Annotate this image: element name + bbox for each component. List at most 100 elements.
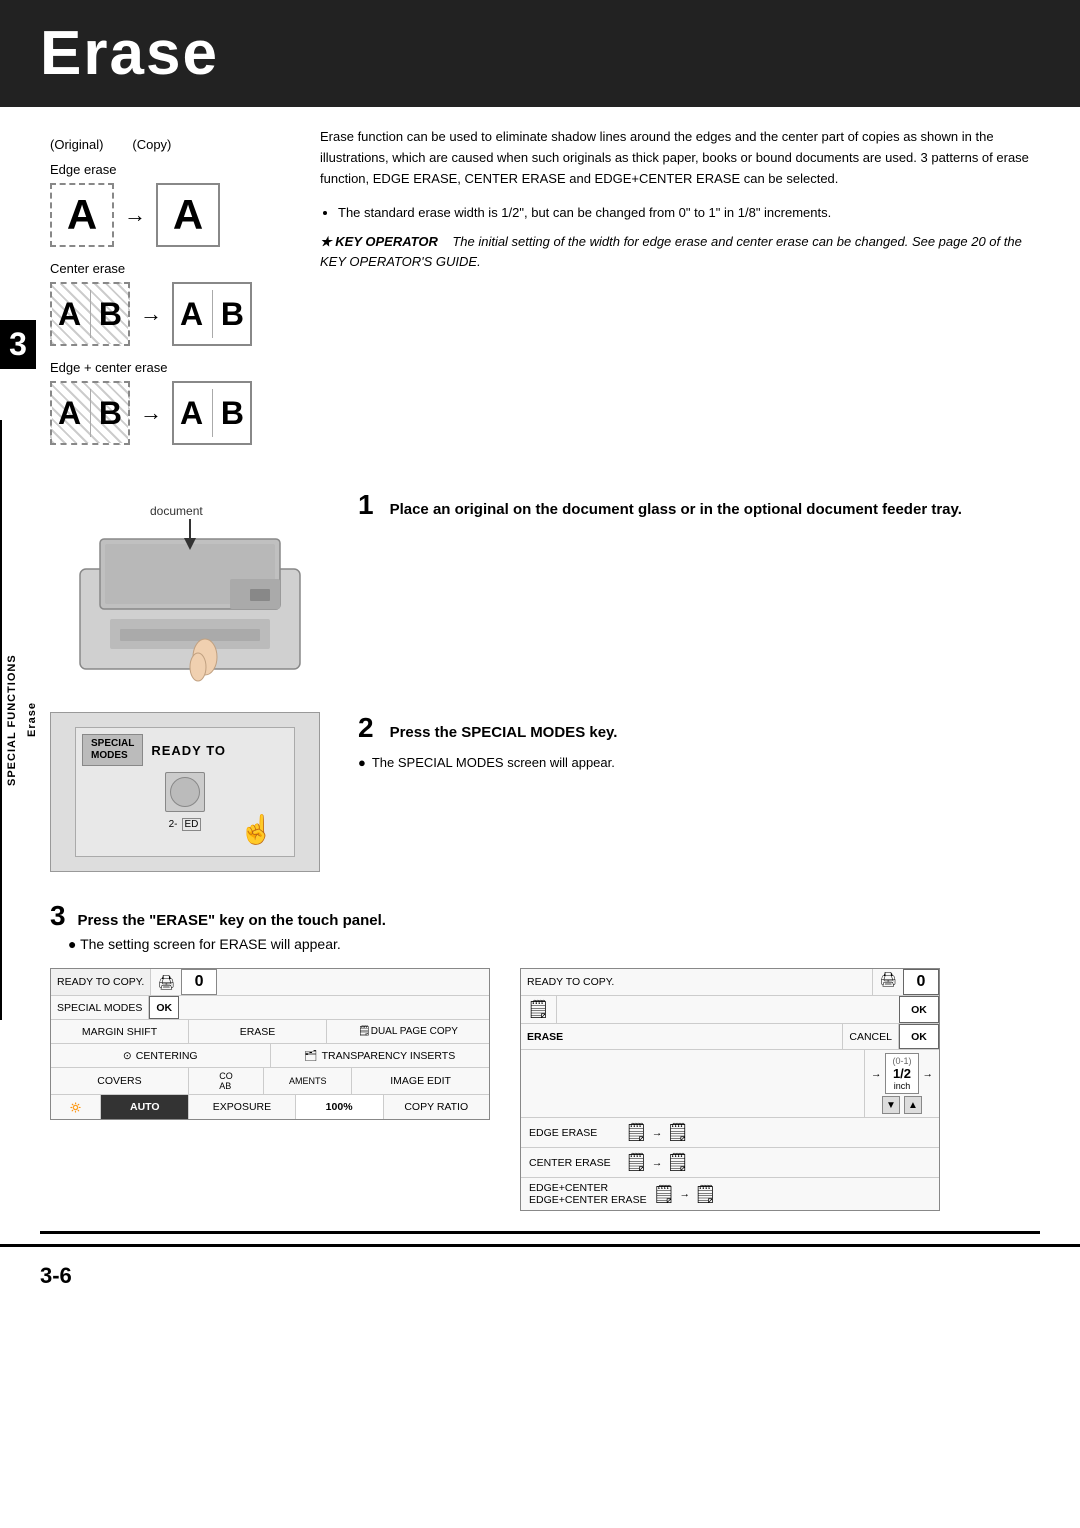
copy-label: (Copy) (132, 137, 171, 152)
transparency-label: TRANSPARENCY INSERTS (322, 1050, 456, 1062)
panel1-aments-label: AMENTS (264, 1068, 352, 1094)
panel1-counter: 0 (181, 969, 217, 995)
key-operator-text: ★ KEY OPERATOR (320, 234, 449, 249)
copier-illustration: document (50, 489, 330, 689)
panel1-margin-shift[interactable]: MARGIN SHIFT (51, 1020, 189, 1043)
center-erase-diagram: A B → A B (50, 282, 280, 346)
erase-counter: 0 (903, 969, 939, 995)
chapter-label: SPECIAL FUNCTIONS Erase (0, 420, 42, 1020)
main-description: Erase function can be used to eliminate … (320, 127, 1040, 189)
erase-settings-panel: READY TO COPY. 🖨 0 🗒 OK ERASE CANCEL OK (520, 968, 940, 1211)
erase-doc-icon: 🖨 (873, 969, 903, 995)
panel1-header-row: READY TO COPY. 🖨 0 (51, 969, 489, 996)
fraction-range: (0-1) (892, 1056, 911, 1066)
bullet-1: The standard erase width is 1/2", but ca… (338, 203, 1040, 224)
doc-icon-edge-orig: 🗒 (625, 1122, 648, 1143)
finger-pointer: ☝ (239, 813, 274, 846)
panel1-transparency-cell[interactable]: 🗂 TRANSPARENCY INSERTS (271, 1044, 490, 1067)
panel1-percent: 100% (296, 1095, 384, 1119)
erase-fraction-controls: → (0-1) 1/2 inch → ▼ ▲ (865, 1050, 939, 1117)
edge-center-original-box: A B (50, 381, 130, 445)
step-2-bullet-text: The SPECIAL MODES screen will appear. (372, 755, 615, 770)
page-title: Erase (40, 18, 1040, 89)
edge-erase-type-label: EDGE ERASE (529, 1127, 619, 1139)
center-erase-label: Center erase (50, 261, 280, 276)
edge-erase-label: Edge erase (50, 162, 280, 177)
chapter-sublabel: Erase (26, 703, 38, 738)
erase-ok-btn2[interactable]: OK (899, 1024, 939, 1049)
arrow-icon-3: → (140, 400, 162, 426)
bullet-dot-3: ● (68, 936, 80, 952)
panel1-exposure-label: EXPOSURE (189, 1095, 296, 1119)
erase-doc-icon2: 🗒 (521, 996, 557, 1023)
step-2-number: 2 (358, 712, 374, 744)
page-header: Erase (0, 0, 1080, 107)
doc-icon-center-copy: 🗒 (666, 1152, 689, 1173)
panel1-special-modes-row: SPECIAL MODES OK (51, 996, 489, 1020)
panel1-special-modes-label: SPECIAL MODES (51, 996, 149, 1019)
doc-icon-ec-orig: 🗒 (653, 1184, 676, 1205)
step-3-number: 3 (50, 900, 66, 931)
edge-erase-diagram: A → A (50, 183, 280, 247)
orig-copy-labels: (Original) (Copy) (50, 137, 280, 152)
panel1-small-icon: 🔅 (51, 1095, 101, 1119)
edge-center-label-line2: EDGE+CENTER ERASE (529, 1194, 647, 1206)
ready-to-text: READY TO (151, 743, 226, 758)
original-label: (Original) (50, 137, 103, 152)
footer-divider (40, 1231, 1040, 1234)
panel1-auto-label[interactable]: AUTO (101, 1095, 189, 1119)
centering-icon: ⊙ (123, 1050, 132, 1062)
step-1-number: 1 (358, 489, 374, 521)
erase-header-row: READY TO COPY. 🖨 0 (521, 969, 939, 996)
panel1-covers-label[interactable]: COVERS (51, 1068, 189, 1094)
erase-icon-row: 🗒 OK (521, 996, 939, 1024)
panel1-margin-row: MARGIN SHIFT ERASE 🗒 DUAL PAGE COPY (51, 1020, 489, 1044)
doc-icon-center-orig: 🗒 (625, 1152, 648, 1173)
down-arrow-btn[interactable]: ▼ (882, 1096, 900, 1114)
left-ui-panel: READY TO COPY. 🖨 0 SPECIAL MODES OK MARG… (50, 968, 490, 1211)
modes-button[interactable] (165, 772, 205, 812)
panel1-covers-row: COVERS COAB AMENTS IMAGE EDIT (51, 1068, 489, 1095)
center-erase-type-row: CENTER ERASE 🗒 → 🗒 (521, 1148, 939, 1178)
panel1-centering-row: ⊙ CENTERING 🗂 TRANSPARENCY INSERTS (51, 1044, 489, 1068)
panel1-image-edit-label[interactable]: IMAGE EDIT (352, 1068, 489, 1094)
erase-ok-btn[interactable]: OK (899, 996, 939, 1023)
panel1-erase-btn[interactable]: ERASE (189, 1020, 327, 1043)
panel1-ok-btn[interactable]: OK (149, 996, 179, 1019)
center-erase-copy-box: A B (172, 282, 252, 346)
step-1-title: Place an original on the document glass … (390, 501, 962, 518)
arrow-right-icon: → (871, 1068, 882, 1080)
fraction-unit: inch (894, 1081, 911, 1091)
doc-icon-ec-copy: 🗒 (694, 1184, 717, 1205)
step-2-image: SPECIAL MODES READY TO 2-ED ☝ (50, 712, 340, 872)
description-section: Erase function can be used to eliminate … (300, 107, 1080, 479)
step-1-row: document 1 Place an original on the docu… (0, 489, 1080, 692)
erase-cancel-btn[interactable]: CANCEL (843, 1024, 899, 1049)
up-arrow-btn[interactable]: ▲ (904, 1096, 922, 1114)
step-3-bullet-row: ● The setting screen for ERASE will appe… (0, 936, 1080, 958)
erase-fraction-row: → (0-1) 1/2 inch → ▼ ▲ (521, 1050, 939, 1118)
panel1-dual-icon: 🗒 (358, 1026, 371, 1037)
panel1-dual-page[interactable]: 🗒 DUAL PAGE COPY (327, 1020, 489, 1043)
key-operator-note: ★ KEY OPERATOR The initial setting of th… (320, 232, 1040, 271)
doc-icon-edge-copy: 🗒 (666, 1122, 689, 1143)
special-modes-key-label: SPECIAL (91, 738, 134, 750)
center-erase-original-box: A B (50, 282, 130, 346)
erase-ready-label: READY TO COPY. (521, 969, 873, 995)
panel1-centering-cell[interactable]: ⊙ CENTERING (51, 1044, 271, 1067)
step-3-title: Press the "ERASE" key on the touch panel… (77, 912, 385, 929)
page-footer: 3-6 (0, 1244, 1080, 1305)
arrow-icon-1: → (124, 202, 146, 228)
arrow-ec: → (679, 1188, 690, 1200)
right-ui-panel: READY TO COPY. 🖨 0 🗒 OK ERASE CANCEL OK (520, 968, 960, 1211)
special-modes-panel-image: SPECIAL MODES READY TO 2-ED ☝ (50, 712, 320, 872)
panel1-doc-icon: 🖨 (151, 969, 181, 995)
edge-erase-type-row: EDGE ERASE 🗒 → 🗒 (521, 1118, 939, 1148)
center-erase-type-label: CENTER ERASE (529, 1157, 619, 1169)
step-3-bullet-text: The setting screen for ERASE will appear… (80, 936, 341, 952)
panel-mockup: SPECIAL MODES READY TO 2-ED ☝ (75, 727, 295, 857)
transparency-icon: 🗂 (304, 1049, 317, 1062)
edge-center-copy-box: A B (172, 381, 252, 445)
bullet-dot: ● (358, 755, 366, 770)
panel1-auto-row: 🔅 AUTO EXPOSURE 100% COPY RATIO (51, 1095, 489, 1119)
